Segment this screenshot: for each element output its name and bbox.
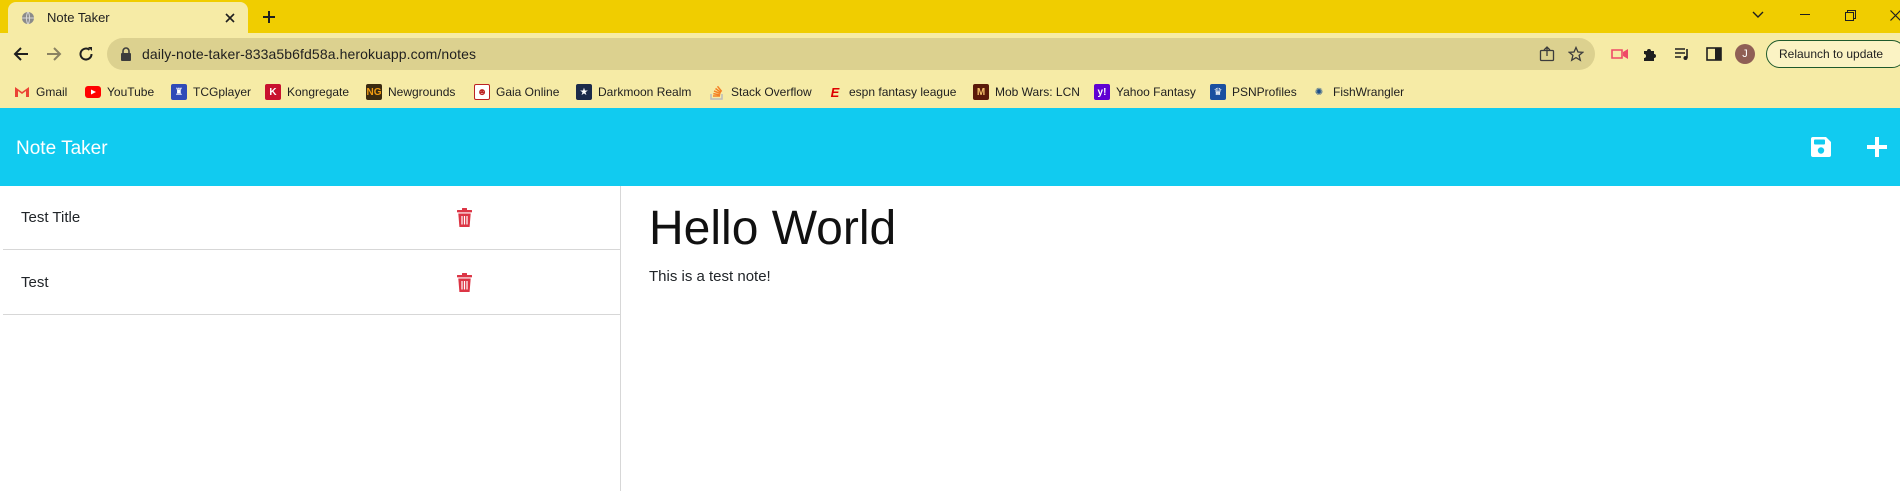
mobwars-icon: M xyxy=(973,84,989,100)
list-item[interactable]: Test xyxy=(3,251,620,315)
close-tab-icon[interactable] xyxy=(222,10,238,26)
bookmark-label: YouTube xyxy=(107,85,155,99)
new-note-icon[interactable] xyxy=(1864,134,1890,160)
note-title-input[interactable]: Hello World xyxy=(649,201,896,256)
yahoo-icon: y! xyxy=(1094,84,1110,100)
bookmark-psnprofiles[interactable]: ♛ PSNProfiles xyxy=(1210,83,1297,101)
bookmark-newgrounds[interactable]: NG Newgrounds xyxy=(366,83,455,101)
note-list: Test Title Test xyxy=(0,186,621,491)
reload-icon[interactable] xyxy=(74,42,98,66)
globe-icon xyxy=(21,11,35,25)
share-icon[interactable] xyxy=(1538,45,1556,63)
bookmark-label: Darkmoon Realm xyxy=(598,85,692,99)
darkmoon-icon: ★ xyxy=(576,84,592,100)
bookmarks-bar: Gmail YouTube ♜ TCGplayer K Kongregate N… xyxy=(0,75,1900,108)
bookmark-label: Stack Overflow xyxy=(731,85,812,99)
tcgplayer-icon: ♜ xyxy=(171,84,187,100)
relaunch-to-update-button[interactable]: Relaunch to update xyxy=(1766,40,1900,68)
tab-search-icon[interactable] xyxy=(1736,0,1780,30)
bookmark-label: Mob Wars: LCN xyxy=(995,85,1080,99)
tab-title: Note Taker xyxy=(47,10,110,25)
bookmark-fishwrangler[interactable]: ✺ FishWrangler xyxy=(1311,83,1404,101)
note-text-area[interactable]: This is a test note! xyxy=(649,268,771,285)
bookmark-kongregate[interactable]: K Kongregate xyxy=(265,83,349,101)
bookmark-label: PSNProfiles xyxy=(1232,85,1297,99)
bookmark-label: Kongregate xyxy=(287,85,350,99)
forward-arrow-icon[interactable] xyxy=(42,42,66,66)
app-title[interactable]: Note Taker xyxy=(16,138,108,160)
extension-record-icon[interactable] xyxy=(1610,44,1630,64)
youtube-icon xyxy=(85,84,101,100)
bookmark-darkmoon-realm[interactable]: ★ Darkmoon Realm xyxy=(576,83,691,101)
bookmark-tcgplayer[interactable]: ♜ TCGplayer xyxy=(171,83,251,101)
star-icon[interactable] xyxy=(1567,45,1585,63)
bookmark-label: TCGplayer xyxy=(193,85,252,99)
side-panel-icon[interactable] xyxy=(1704,44,1724,64)
bookmark-yahoo-fantasy[interactable]: y! Yahoo Fantasy xyxy=(1094,83,1196,101)
bookmark-label: FishWrangler xyxy=(1333,85,1405,99)
new-tab-icon[interactable] xyxy=(259,7,279,27)
newgrounds-icon: NG xyxy=(366,84,382,100)
bookmark-label: Newgrounds xyxy=(388,85,456,99)
psn-icon: ♛ xyxy=(1210,84,1226,100)
trash-icon[interactable] xyxy=(454,272,474,294)
note-editor: Hello World This is a test note! xyxy=(622,186,1900,491)
address-bar[interactable]: daily-note-taker-833a5b6fd58a.herokuapp.… xyxy=(107,38,1595,70)
kongregate-icon: K xyxy=(265,84,281,100)
bookmark-label: espn fantasy league xyxy=(849,85,957,99)
tab-strip: Note Taker xyxy=(0,0,1900,33)
browser-toolbar: daily-note-taker-833a5b6fd58a.herokuapp.… xyxy=(0,33,1900,75)
url-text[interactable]: daily-note-taker-833a5b6fd58a.herokuapp.… xyxy=(142,46,476,62)
extensions-puzzle-icon[interactable] xyxy=(1640,44,1660,64)
save-note-icon[interactable] xyxy=(1808,134,1834,160)
bookmark-label: Gmail xyxy=(36,85,68,99)
stackoverflow-icon xyxy=(709,84,725,100)
app-header: Note Taker xyxy=(0,108,1900,186)
media-queue-icon[interactable] xyxy=(1672,44,1692,64)
profile-avatar[interactable]: J xyxy=(1735,44,1755,64)
bookmark-gaia-online[interactable]: ☻ Gaia Online xyxy=(474,83,559,101)
gmail-icon xyxy=(14,84,30,100)
trash-icon[interactable] xyxy=(454,207,474,229)
note-list-title[interactable]: Test xyxy=(21,274,49,291)
bookmark-stack-overflow[interactable]: Stack Overflow xyxy=(709,83,812,101)
note-list-title[interactable]: Test Title xyxy=(21,209,80,226)
restore-icon[interactable] xyxy=(1828,0,1872,30)
bookmark-label: Yahoo Fantasy xyxy=(1116,85,1196,99)
browser-tab[interactable]: Note Taker xyxy=(8,2,248,33)
bookmark-label: Gaia Online xyxy=(496,85,560,99)
bookmark-youtube[interactable]: YouTube xyxy=(85,83,154,101)
espn-icon: E xyxy=(830,84,840,100)
bookmark-espn[interactable]: E espn fantasy league xyxy=(827,83,957,101)
back-arrow-icon[interactable] xyxy=(9,42,33,66)
lock-icon[interactable] xyxy=(120,47,132,61)
minimize-icon[interactable] xyxy=(1783,0,1827,30)
list-item[interactable]: Test Title xyxy=(3,186,620,250)
gaia-icon: ☻ xyxy=(474,84,490,100)
bookmark-mob-wars[interactable]: M Mob Wars: LCN xyxy=(973,83,1080,101)
close-window-icon[interactable] xyxy=(1873,0,1900,30)
fishwrangler-icon: ✺ xyxy=(1314,86,1324,98)
bookmark-gmail[interactable]: Gmail xyxy=(14,83,67,101)
